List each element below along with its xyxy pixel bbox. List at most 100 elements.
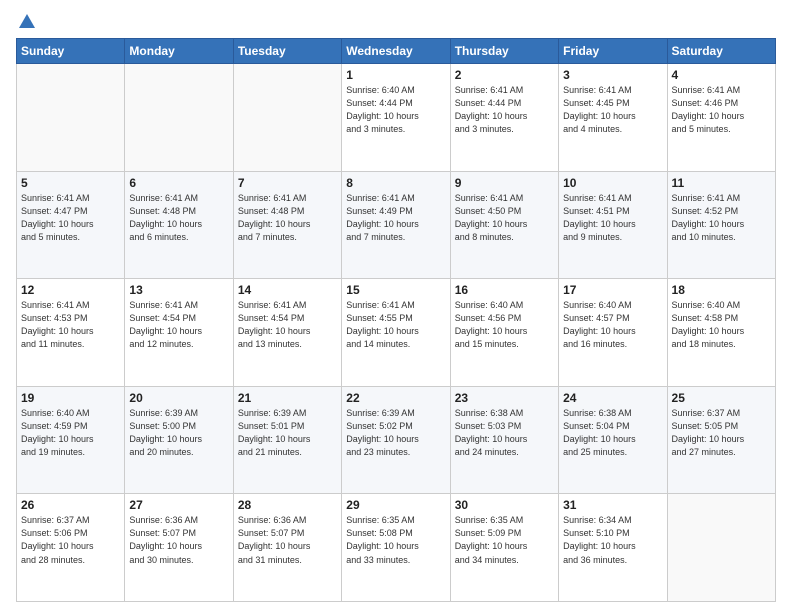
day-number: 30 — [455, 498, 554, 512]
calendar-cell: 9 Sunrise: 6:41 AM Sunset: 4:50 PM Daylig… — [450, 171, 558, 279]
day-number: 9 — [455, 176, 554, 190]
calendar-cell: 2 Sunrise: 6:41 AM Sunset: 4:44 PM Daylig… — [450, 64, 558, 172]
calendar-cell: 14 Sunrise: 6:41 AM Sunset: 4:54 PM Dayli… — [233, 279, 341, 387]
day-info: Sunrise: 6:35 AM Sunset: 5:08 PM Dayligh… — [346, 514, 445, 566]
day-info: Sunrise: 6:38 AM Sunset: 5:04 PM Dayligh… — [563, 407, 662, 459]
day-info: Sunrise: 6:41 AM Sunset: 4:55 PM Dayligh… — [346, 299, 445, 351]
calendar-cell — [667, 494, 775, 602]
day-info: Sunrise: 6:41 AM Sunset: 4:48 PM Dayligh… — [238, 192, 337, 244]
calendar-cell: 16 Sunrise: 6:40 AM Sunset: 4:56 PM Dayli… — [450, 279, 558, 387]
day-number: 8 — [346, 176, 445, 190]
day-info: Sunrise: 6:40 AM Sunset: 4:44 PM Dayligh… — [346, 84, 445, 136]
calendar-cell: 12 Sunrise: 6:41 AM Sunset: 4:53 PM Dayli… — [17, 279, 125, 387]
day-info: Sunrise: 6:39 AM Sunset: 5:01 PM Dayligh… — [238, 407, 337, 459]
day-info: Sunrise: 6:37 AM Sunset: 5:06 PM Dayligh… — [21, 514, 120, 566]
calendar-cell — [233, 64, 341, 172]
day-number: 16 — [455, 283, 554, 297]
calendar-cell: 21 Sunrise: 6:39 AM Sunset: 5:01 PM Dayli… — [233, 386, 341, 494]
calendar-cell: 5 Sunrise: 6:41 AM Sunset: 4:47 PM Daylig… — [17, 171, 125, 279]
day-number: 25 — [672, 391, 771, 405]
calendar-cell: 25Sunrise: 6:37 AM Sunset: 5:05 PM Dayli… — [667, 386, 775, 494]
day-number: 1 — [346, 68, 445, 82]
day-info: Sunrise: 6:41 AM Sunset: 4:50 PM Dayligh… — [455, 192, 554, 244]
day-number: 13 — [129, 283, 228, 297]
calendar-cell: 4 Sunrise: 6:41 AM Sunset: 4:46 PM Daylig… — [667, 64, 775, 172]
day-number: 29 — [346, 498, 445, 512]
page: SundayMondayTuesdayWednesdayThursdayFrid… — [0, 0, 792, 612]
calendar-cell: 22 Sunrise: 6:39 AM Sunset: 5:02 PM Dayli… — [342, 386, 450, 494]
calendar-cell: 27 Sunrise: 6:36 AM Sunset: 5:07 PM Dayli… — [125, 494, 233, 602]
day-number: 4 — [672, 68, 771, 82]
day-info: Sunrise: 6:41 AM Sunset: 4:44 PM Dayligh… — [455, 84, 554, 136]
calendar-cell: 10Sunrise: 6:41 AM Sunset: 4:51 PM Dayli… — [559, 171, 667, 279]
weekday-header-tuesday: Tuesday — [233, 39, 341, 64]
day-number: 7 — [238, 176, 337, 190]
day-number: 18 — [672, 283, 771, 297]
day-info: Sunrise: 6:38 AM Sunset: 5:03 PM Dayligh… — [455, 407, 554, 459]
calendar-cell: 15Sunrise: 6:41 AM Sunset: 4:55 PM Dayli… — [342, 279, 450, 387]
calendar-table: SundayMondayTuesdayWednesdayThursdayFrid… — [16, 38, 776, 602]
day-number: 26 — [21, 498, 120, 512]
calendar-cell: 28Sunrise: 6:36 AM Sunset: 5:07 PM Dayli… — [233, 494, 341, 602]
day-number: 17 — [563, 283, 662, 297]
day-info: Sunrise: 6:41 AM Sunset: 4:53 PM Dayligh… — [21, 299, 120, 351]
day-number: 2 — [455, 68, 554, 82]
calendar-cell: 19 Sunrise: 6:40 AM Sunset: 4:59 PM Dayli… — [17, 386, 125, 494]
day-info: Sunrise: 6:40 AM Sunset: 4:59 PM Dayligh… — [21, 407, 120, 459]
day-number: 19 — [21, 391, 120, 405]
day-info: Sunrise: 6:41 AM Sunset: 4:52 PM Dayligh… — [672, 192, 771, 244]
calendar-cell: 7 Sunrise: 6:41 AM Sunset: 4:48 PM Daylig… — [233, 171, 341, 279]
day-info: Sunrise: 6:41 AM Sunset: 4:54 PM Dayligh… — [129, 299, 228, 351]
day-info: Sunrise: 6:39 AM Sunset: 5:00 PM Dayligh… — [129, 407, 228, 459]
calendar-cell: 29 Sunrise: 6:35 AM Sunset: 5:08 PM Dayli… — [342, 494, 450, 602]
day-info: Sunrise: 6:41 AM Sunset: 4:47 PM Dayligh… — [21, 192, 120, 244]
calendar-cell: 1 Sunrise: 6:40 AM Sunset: 4:44 PM Daylig… — [342, 64, 450, 172]
calendar-cell — [17, 64, 125, 172]
day-info: Sunrise: 6:41 AM Sunset: 4:46 PM Dayligh… — [672, 84, 771, 136]
day-info: Sunrise: 6:40 AM Sunset: 4:58 PM Dayligh… — [672, 299, 771, 351]
calendar-cell: 6Sunrise: 6:41 AM Sunset: 4:48 PM Daylig… — [125, 171, 233, 279]
day-info: Sunrise: 6:36 AM Sunset: 5:07 PM Dayligh… — [129, 514, 228, 566]
day-info: Sunrise: 6:41 AM Sunset: 4:51 PM Dayligh… — [563, 192, 662, 244]
day-number: 5 — [21, 176, 120, 190]
weekday-header-thursday: Thursday — [450, 39, 558, 64]
calendar-cell: 30 Sunrise: 6:35 AM Sunset: 5:09 PM Dayli… — [450, 494, 558, 602]
day-info: Sunrise: 6:41 AM Sunset: 4:45 PM Dayligh… — [563, 84, 662, 136]
day-number: 23 — [455, 391, 554, 405]
day-info: Sunrise: 6:36 AM Sunset: 5:07 PM Dayligh… — [238, 514, 337, 566]
day-number: 11 — [672, 176, 771, 190]
day-info: Sunrise: 6:39 AM Sunset: 5:02 PM Dayligh… — [346, 407, 445, 459]
calendar-cell: 13 Sunrise: 6:41 AM Sunset: 4:54 PM Dayli… — [125, 279, 233, 387]
day-number: 27 — [129, 498, 228, 512]
calendar-cell: 3 Sunrise: 6:41 AM Sunset: 4:45 PM Daylig… — [559, 64, 667, 172]
calendar-cell: 11 Sunrise: 6:41 AM Sunset: 4:52 PM Dayli… — [667, 171, 775, 279]
day-number: 24 — [563, 391, 662, 405]
weekday-header-sunday: Sunday — [17, 39, 125, 64]
day-number: 3 — [563, 68, 662, 82]
day-number: 14 — [238, 283, 337, 297]
calendar-cell: 17 Sunrise: 6:40 AM Sunset: 4:57 PM Dayli… — [559, 279, 667, 387]
day-number: 22 — [346, 391, 445, 405]
day-number: 12 — [21, 283, 120, 297]
day-number: 20 — [129, 391, 228, 405]
logo-icon — [17, 12, 37, 32]
day-info: Sunrise: 6:35 AM Sunset: 5:09 PM Dayligh… — [455, 514, 554, 566]
calendar-cell: 23 Sunrise: 6:38 AM Sunset: 5:03 PM Dayli… — [450, 386, 558, 494]
logo — [16, 12, 37, 30]
day-info: Sunrise: 6:40 AM Sunset: 4:56 PM Dayligh… — [455, 299, 554, 351]
calendar-cell: 31 Sunrise: 6:34 AM Sunset: 5:10 PM Dayli… — [559, 494, 667, 602]
day-info: Sunrise: 6:41 AM Sunset: 4:54 PM Dayligh… — [238, 299, 337, 351]
weekday-header-monday: Monday — [125, 39, 233, 64]
day-info: Sunrise: 6:40 AM Sunset: 4:57 PM Dayligh… — [563, 299, 662, 351]
weekday-header-friday: Friday — [559, 39, 667, 64]
day-info: Sunrise: 6:41 AM Sunset: 4:48 PM Dayligh… — [129, 192, 228, 244]
weekday-header-saturday: Saturday — [667, 39, 775, 64]
header — [16, 12, 776, 30]
day-info: Sunrise: 6:41 AM Sunset: 4:49 PM Dayligh… — [346, 192, 445, 244]
calendar-cell: 24 Sunrise: 6:38 AM Sunset: 5:04 PM Dayli… — [559, 386, 667, 494]
calendar-cell: 20 Sunrise: 6:39 AM Sunset: 5:00 PM Dayli… — [125, 386, 233, 494]
calendar-cell: 8 Sunrise: 6:41 AM Sunset: 4:49 PM Daylig… — [342, 171, 450, 279]
day-number: 21 — [238, 391, 337, 405]
day-info: Sunrise: 6:34 AM Sunset: 5:10 PM Dayligh… — [563, 514, 662, 566]
day-number: 31 — [563, 498, 662, 512]
